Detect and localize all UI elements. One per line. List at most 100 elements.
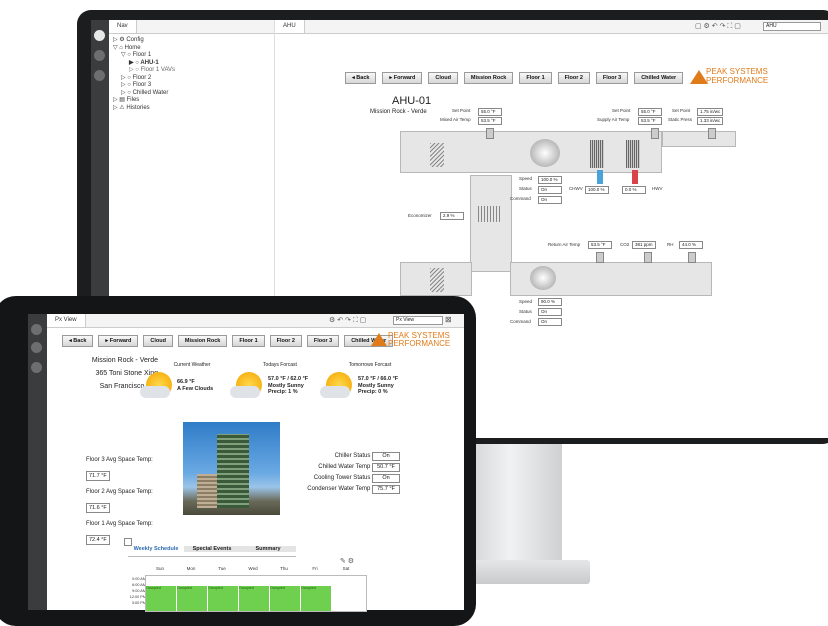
hwv-value[interactable]: 0.0 % [622,186,646,194]
cw-temp-value[interactable]: 75.7 °F [372,485,400,494]
weather-heading-tomorrow: Tomorrows Forcast [348,362,392,368]
floor2-row: Floor 2 Avg Space Temp: 71.6 °F [86,484,176,516]
status-value[interactable]: On [538,186,562,194]
cw-temp-row: Condenser Water Temp 75.7 °F [300,484,400,495]
exhaust-damper-icon [430,268,444,292]
tree-item-ahu1[interactable]: ▶ ○ AHU-1 [113,60,274,68]
supply-fan-icon [530,139,560,167]
tower-status-value[interactable]: On [372,474,400,483]
floor-temps: Floor 3 Avg Space Temp: 71.7 °F Floor 2 … [86,452,176,548]
tree-item-files[interactable]: ▷ ▤ Files [113,97,274,105]
brand-logo-icon [371,333,387,346]
setpoint1-value[interactable]: 55.0 °F [478,108,502,116]
tab-weekly-schedule[interactable]: Weekly Schedule [128,546,184,552]
brand-line2: PERFORMANCE [388,339,451,348]
mission-rock-button[interactable]: Mission Rock [177,335,228,347]
tab-px-view[interactable]: Px View [47,314,86,327]
cloud-button[interactable]: Cloud [143,335,173,347]
day-tue: Tue [218,566,226,571]
rail-button[interactable] [31,342,42,353]
forward-button[interactable]: ▸ Forward [382,72,423,84]
mixed-air-value[interactable]: 53.5 °F [478,117,502,125]
command2-value[interactable]: On [538,318,562,326]
supply-air-value[interactable]: 53.5 °F [638,117,662,125]
speed2-value[interactable]: 90.0 % [538,298,562,306]
close-icon[interactable]: ⊠ [445,315,452,324]
chiller-status-label: Chiller Status [334,453,371,459]
occupied-block-sun[interactable]: Occupied [146,586,177,611]
static-press-value[interactable]: 1.33 in/wc [697,117,724,125]
sensor-icon [644,252,652,263]
page-subtitle: Mission Rock - Verde [370,109,427,115]
occupied-block-tue[interactable]: Occupied [208,586,239,611]
tree-item-home[interactable]: ▽ ⌂ Home [113,45,274,53]
tree-item-histories[interactable]: ▷ ⚠ Histories [113,105,274,113]
speed-value[interactable]: 100.0 % [538,176,562,184]
chw-temp-value[interactable]: 50.7 °F [372,463,400,472]
back-button[interactable]: ◂ Back [62,335,94,347]
floor3-value[interactable]: 71.7 °F [86,471,110,481]
view-select[interactable]: Px View [393,316,443,325]
floor3-button[interactable]: Floor 3 [306,335,340,347]
view-select[interactable]: AHU [763,22,821,31]
status2-label: Status [519,309,532,314]
weather-heading-today: Todays Forcast [263,362,297,368]
floor1-value[interactable]: 72.4 °F [86,535,110,545]
floor2-value[interactable]: 71.6 °F [86,503,110,513]
tree-item-floor1[interactable]: ▽ ○ Floor 1 [113,52,274,60]
setpoint1-label: Set Point [452,108,471,113]
tab-ahu[interactable]: AHU [275,20,305,33]
tree-item-chilled-water[interactable]: ▷ ○ Chilled Water [113,90,274,98]
filter-icon [590,140,604,168]
tree-item-vavs[interactable]: ▷ ○ Floor 1 VAVs [113,67,274,75]
tree-item-floor2[interactable]: ▷ ○ Floor 2 [113,75,274,83]
rail-button[interactable] [94,50,105,61]
cloud-button[interactable]: Cloud [428,72,458,84]
return-air-value[interactable]: 53.5 °F [588,241,612,249]
floor1-button[interactable]: Floor 1 [232,335,265,347]
rail-button[interactable] [31,362,42,373]
rail-button[interactable] [31,324,42,335]
day-mon: Mon [186,566,196,571]
floor3-button[interactable]: Floor 3 [595,72,629,84]
weather-current-desc: A Few Clouds [177,385,214,392]
tab-nav[interactable]: Nav [109,20,137,33]
occupied-block-wed[interactable]: Occupied [239,586,270,611]
back-button[interactable]: ◂ Back [345,72,377,84]
tab-special-events[interactable]: Special Events [184,546,240,552]
command-value[interactable]: On [538,196,562,204]
chiller-status-value[interactable]: On [372,452,400,461]
cloud-icon [320,386,350,398]
tab-summary[interactable]: Summary [240,546,296,552]
rail-button[interactable] [94,70,105,81]
schedule-toggle-icon[interactable] [124,538,132,546]
occupied-block-fri[interactable]: Occupied [301,586,332,611]
tree-item-config[interactable]: ▷ ⚙ Config [113,37,274,45]
economizer-value[interactable]: 2.9 % [440,212,464,220]
floor2-button[interactable]: Floor 2 [557,72,590,84]
rh-value[interactable]: 44.0 % [679,241,703,249]
tree-item-floor3[interactable]: ▷ ○ Floor 3 [113,82,274,90]
floor1-button[interactable]: Floor 1 [519,72,552,84]
schedule-tools-icons[interactable]: ✎ ⚙ [340,557,354,565]
nav-tree: ▷ ⚙ Config ▽ ⌂ Home ▽ ○ Floor 1 ▶ ○ AHU-… [109,34,274,112]
floor2-button[interactable]: Floor 2 [269,335,302,347]
floor3-label: Floor 3 Avg Space Temp: [86,457,153,463]
forward-button[interactable]: ▸ Forward [98,335,139,347]
chiller-status-row: Chiller Status On [300,451,400,462]
setpoint3-value[interactable]: 1.75 in/wc [697,108,724,116]
return-fan-icon [530,266,556,290]
status2-value[interactable]: On [538,308,562,316]
co2-value[interactable]: 381 ppm [632,241,656,249]
mission-rock-button[interactable]: Mission Rock [463,72,514,84]
menu-icon[interactable] [94,30,105,41]
chilled-water-button[interactable]: Chilled Water [634,72,684,84]
toolbar-icons[interactable]: ⚙ ↶ ↷ ⛶ ▢ [329,316,366,325]
setpoint3-label: Set Point [672,108,691,113]
toolbar-icons[interactable]: ▢ ⚙ ↶ ↷ ⛶ ▢ [695,22,741,31]
chilled-water-valve-icon [597,170,603,184]
setpoint2-value[interactable]: 55.0 °F [638,108,662,116]
chwv-value[interactable]: 100.0 % [585,186,609,194]
occupied-block-thu[interactable]: Occupied [270,586,301,611]
occupied-block-mon[interactable]: Occupied [177,586,208,611]
